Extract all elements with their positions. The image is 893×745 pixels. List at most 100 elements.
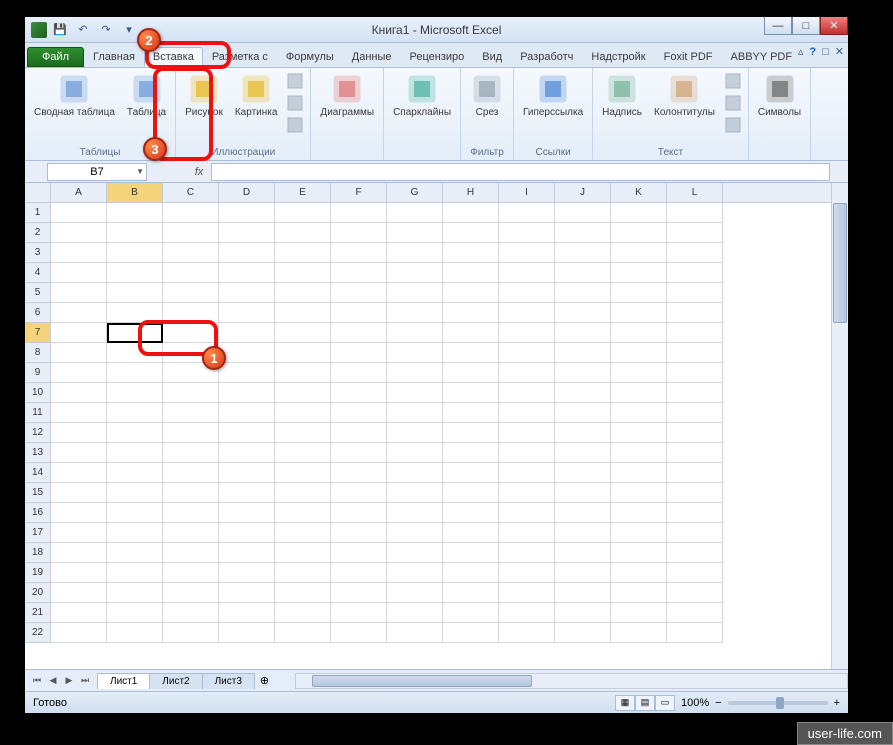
cell-A13[interactable] — [51, 443, 107, 463]
close-button[interactable]: ✕ — [820, 17, 848, 35]
cell-D11[interactable] — [219, 403, 275, 423]
cell-E10[interactable] — [275, 383, 331, 403]
cell-J1[interactable] — [555, 203, 611, 223]
cell-L8[interactable] — [667, 343, 723, 363]
ribbon-tab-2[interactable]: Разметка с — [203, 47, 277, 67]
cell-C22[interactable] — [163, 623, 219, 643]
cell-I19[interactable] — [499, 563, 555, 583]
column-header-I[interactable]: I — [499, 183, 555, 202]
cell-B16[interactable] — [107, 503, 163, 523]
save-icon[interactable]: 💾 — [50, 20, 70, 40]
cell-C5[interactable] — [163, 283, 219, 303]
cell-E2[interactable] — [275, 223, 331, 243]
cell-K11[interactable] — [611, 403, 667, 423]
cell-D12[interactable] — [219, 423, 275, 443]
cell-L12[interactable] — [667, 423, 723, 443]
cell-G14[interactable] — [387, 463, 443, 483]
cell-E1[interactable] — [275, 203, 331, 223]
cell-F10[interactable] — [331, 383, 387, 403]
column-header-A[interactable]: A — [51, 183, 107, 202]
cell-L2[interactable] — [667, 223, 723, 243]
cell-G15[interactable] — [387, 483, 443, 503]
cell-L18[interactable] — [667, 543, 723, 563]
cell-G1[interactable] — [387, 203, 443, 223]
cell-J13[interactable] — [555, 443, 611, 463]
cell-B8[interactable] — [107, 343, 163, 363]
cell-B21[interactable] — [107, 603, 163, 623]
ribbon-symbol-button[interactable]: Символы — [753, 70, 806, 121]
cell-A9[interactable] — [51, 363, 107, 383]
cell-G11[interactable] — [387, 403, 443, 423]
row-header-3[interactable]: 3 — [25, 243, 50, 263]
cell-G7[interactable] — [387, 323, 443, 343]
cell-L17[interactable] — [667, 523, 723, 543]
cell-G6[interactable] — [387, 303, 443, 323]
cell-A3[interactable] — [51, 243, 107, 263]
cell-K8[interactable] — [611, 343, 667, 363]
cell-H10[interactable] — [443, 383, 499, 403]
cell-H12[interactable] — [443, 423, 499, 443]
cell-G4[interactable] — [387, 263, 443, 283]
cell-G19[interactable] — [387, 563, 443, 583]
cell-J2[interactable] — [555, 223, 611, 243]
cell-E11[interactable] — [275, 403, 331, 423]
cell-I16[interactable] — [499, 503, 555, 523]
row-header-12[interactable]: 12 — [25, 423, 50, 443]
cell-B14[interactable] — [107, 463, 163, 483]
cell-C16[interactable] — [163, 503, 219, 523]
cell-E21[interactable] — [275, 603, 331, 623]
cell-A6[interactable] — [51, 303, 107, 323]
cells-area[interactable] — [51, 203, 831, 643]
cell-D22[interactable] — [219, 623, 275, 643]
fx-icon[interactable]: fx — [187, 166, 211, 178]
cell-L4[interactable] — [667, 263, 723, 283]
cell-A14[interactable] — [51, 463, 107, 483]
cell-B22[interactable] — [107, 623, 163, 643]
cell-C14[interactable] — [163, 463, 219, 483]
cell-J7[interactable] — [555, 323, 611, 343]
ribbon-link-button[interactable]: Гиперссылка — [518, 70, 588, 121]
cell-I18[interactable] — [499, 543, 555, 563]
column-header-E[interactable]: E — [275, 183, 331, 202]
cell-D20[interactable] — [219, 583, 275, 603]
cell-F7[interactable] — [331, 323, 387, 343]
cell-L1[interactable] — [667, 203, 723, 223]
column-header-H[interactable]: H — [443, 183, 499, 202]
cell-K5[interactable] — [611, 283, 667, 303]
cell-K21[interactable] — [611, 603, 667, 623]
cell-E15[interactable] — [275, 483, 331, 503]
cell-K19[interactable] — [611, 563, 667, 583]
cell-D4[interactable] — [219, 263, 275, 283]
cell-L10[interactable] — [667, 383, 723, 403]
cell-K4[interactable] — [611, 263, 667, 283]
view-normal-icon[interactable]: ▦ — [615, 695, 635, 711]
cell-E5[interactable] — [275, 283, 331, 303]
sheet-nav-prev-icon[interactable]: ◀ — [45, 675, 61, 686]
cell-C12[interactable] — [163, 423, 219, 443]
cell-H15[interactable] — [443, 483, 499, 503]
cell-H14[interactable] — [443, 463, 499, 483]
cell-G16[interactable] — [387, 503, 443, 523]
cell-A12[interactable] — [51, 423, 107, 443]
row-header-2[interactable]: 2 — [25, 223, 50, 243]
ribbon-tab-7[interactable]: Разработч — [511, 47, 582, 67]
undo-icon[interactable]: ↶ — [73, 20, 93, 40]
row-header-15[interactable]: 15 — [25, 483, 50, 503]
sheet-nav-first-icon[interactable]: ⏮ — [29, 675, 45, 686]
cell-H11[interactable] — [443, 403, 499, 423]
cell-B3[interactable] — [107, 243, 163, 263]
cell-A20[interactable] — [51, 583, 107, 603]
ribbon-smartart-icon[interactable] — [285, 93, 305, 113]
cell-C19[interactable] — [163, 563, 219, 583]
cell-C18[interactable] — [163, 543, 219, 563]
cell-I12[interactable] — [499, 423, 555, 443]
cell-L22[interactable] — [667, 623, 723, 643]
row-header-11[interactable]: 11 — [25, 403, 50, 423]
cell-E8[interactable] — [275, 343, 331, 363]
row-header-18[interactable]: 18 — [25, 543, 50, 563]
column-header-J[interactable]: J — [555, 183, 611, 202]
redo-icon[interactable]: ↷ — [96, 20, 116, 40]
cell-E4[interactable] — [275, 263, 331, 283]
minimize-button[interactable]: — — [764, 17, 792, 35]
cell-G3[interactable] — [387, 243, 443, 263]
